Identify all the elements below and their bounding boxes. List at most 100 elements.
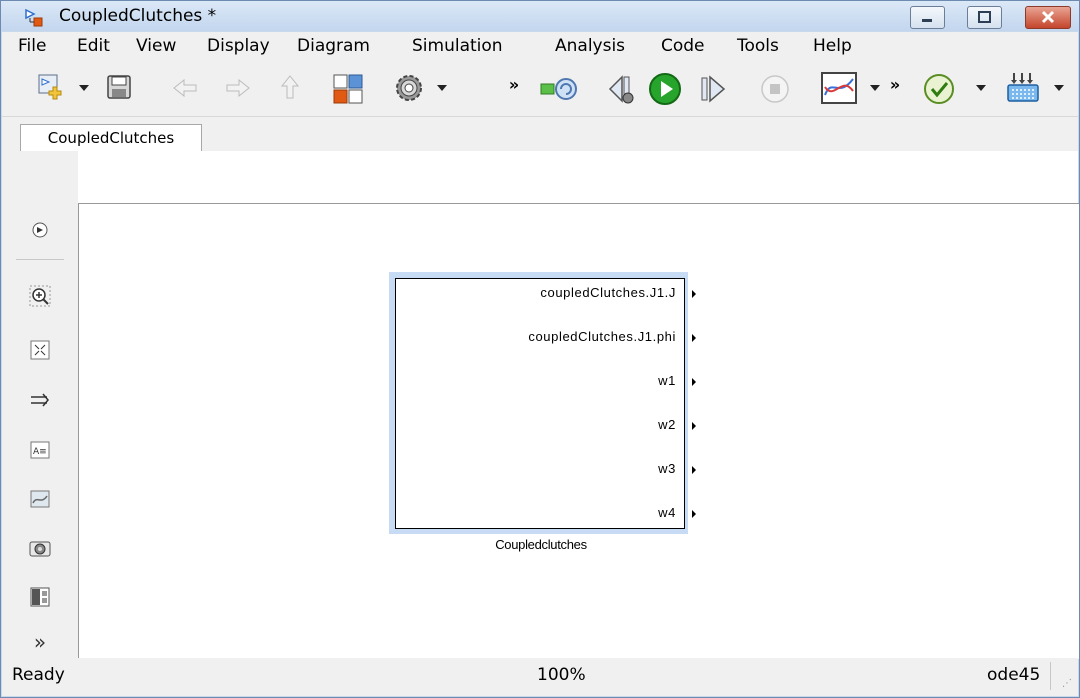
forward-button[interactable] [223,73,253,103]
coupledclutches-block[interactable]: coupledClutches.J1.J coupledClutches.J1.… [395,278,685,529]
camera-icon [29,541,51,557]
arrow-right-icon [226,78,250,98]
block-name-label[interactable]: Coupledclutches [461,537,621,552]
data-inspector-dropdown[interactable] [869,82,881,94]
model-settings-button[interactable] [393,72,425,104]
svg-text:A≡: A≡ [33,447,47,457]
title-bar[interactable]: CoupledClutches * [1,1,1079,31]
save-icon [107,75,131,99]
output-port-5[interactable] [692,466,696,474]
toolbar-overflow-2[interactable]: » [887,74,903,94]
settings-dropdown[interactable] [436,82,448,94]
solver-name[interactable]: ode45 [987,665,1040,685]
model-browser-button[interactable] [28,585,52,609]
menu-display[interactable]: Display [207,36,270,56]
output-port-4[interactable] [692,422,696,430]
up-button[interactable] [275,72,305,102]
double-chevron-icon: » [508,74,520,94]
gear-icon [396,75,422,101]
build-dropdown[interactable] [1053,82,1065,94]
step-forward-icon [701,75,726,103]
arrow-left-icon [173,78,197,98]
menu-tools[interactable]: Tools [737,36,779,56]
checkmark-icon [924,74,954,104]
menu-code[interactable]: Code [661,36,705,56]
arrows-right-icon [31,393,49,407]
left-palette: A≡ » [2,151,78,658]
new-model-button[interactable] [36,72,66,102]
palette-divider [16,259,64,260]
image-button[interactable] [28,487,52,511]
menu-diagram[interactable]: Diagram [297,36,370,56]
toolbar-overflow-1[interactable]: » [506,74,522,94]
fit-view-icon [30,340,50,360]
menu-bar: File Edit View Display Diagram Simulatio… [2,32,1078,60]
menu-simulation[interactable]: Simulation [412,36,503,56]
simulink-model-icon [25,8,45,27]
double-chevron-icon: » [889,74,901,94]
advisor-dropdown[interactable] [975,82,987,94]
signal-step-icon [540,78,577,100]
stop-icon [761,75,789,103]
menu-help[interactable]: Help [813,36,852,56]
toolbar: » » [2,60,1078,117]
stop-button[interactable] [759,73,791,105]
run-button[interactable] [647,71,683,107]
window-title: CoupledClutches * [59,6,217,26]
build-button[interactable] [1005,70,1041,106]
route-lines-button[interactable] [28,388,52,412]
port-label-j1-j: coupledClutches.J1.J [540,285,676,300]
annotation-button[interactable]: A≡ [28,438,52,462]
output-port-1[interactable] [692,290,696,298]
back-button[interactable] [170,73,200,103]
output-port-6[interactable] [692,510,696,518]
save-button[interactable] [104,72,134,102]
palette-expand-button[interactable]: » [28,630,52,654]
step-back-button[interactable] [603,73,637,105]
tab-strip: CoupledClutches [2,117,1078,152]
menu-view[interactable]: View [136,36,176,56]
output-port-2[interactable] [692,334,696,342]
arrow-up-icon [280,75,300,99]
zoom-in-icon [29,285,51,307]
build-icon [1007,73,1039,102]
menu-file[interactable]: File [18,36,46,56]
close-button[interactable] [1025,6,1071,29]
fit-to-view-button[interactable] [28,338,52,362]
step-to-signal-button[interactable] [539,74,579,104]
new-model-dropdown[interactable] [78,82,90,94]
play-icon [649,73,681,105]
new-model-icon [38,74,62,100]
port-label-w2: w2 [658,417,676,432]
model-advisor-button[interactable] [922,72,956,106]
port-label-j1-phi: coupledClutches.J1.phi [528,329,676,344]
library-browser-button[interactable] [331,72,365,106]
data-inspector-icon [821,72,857,104]
main-window: CoupledClutches * File Edit View Display… [0,0,1080,698]
menu-edit[interactable]: Edit [77,36,110,56]
resize-grip-icon[interactable]: ⋰ [1062,678,1072,689]
port-label-w3: w3 [658,461,676,476]
minimize-button[interactable] [910,6,945,29]
circle-arrow-icon [32,222,48,238]
maximize-button[interactable] [967,6,1002,29]
image-icon [30,490,50,508]
output-port-3[interactable] [692,378,696,386]
menu-analysis[interactable]: Analysis [555,36,625,56]
model-browser-icon [30,587,50,607]
library-browser-icon [333,74,363,104]
status-bar: Ready 100% ode45 ⋰ [2,658,1078,696]
canvas-header [78,151,1078,203]
tab-coupledclutches[interactable]: CoupledClutches [20,124,202,152]
port-label-w4: w4 [658,505,676,520]
step-forward-button[interactable] [697,73,729,105]
hide-browser-button[interactable] [28,218,52,242]
status-divider [1050,662,1051,690]
port-label-w1: w1 [658,373,676,388]
data-inspector-button[interactable] [819,70,859,106]
zoom-button[interactable] [28,284,52,308]
step-back-icon [608,75,634,104]
zoom-level: 100% [537,665,586,685]
status-text: Ready [12,665,65,685]
screenshot-button[interactable] [28,536,52,560]
